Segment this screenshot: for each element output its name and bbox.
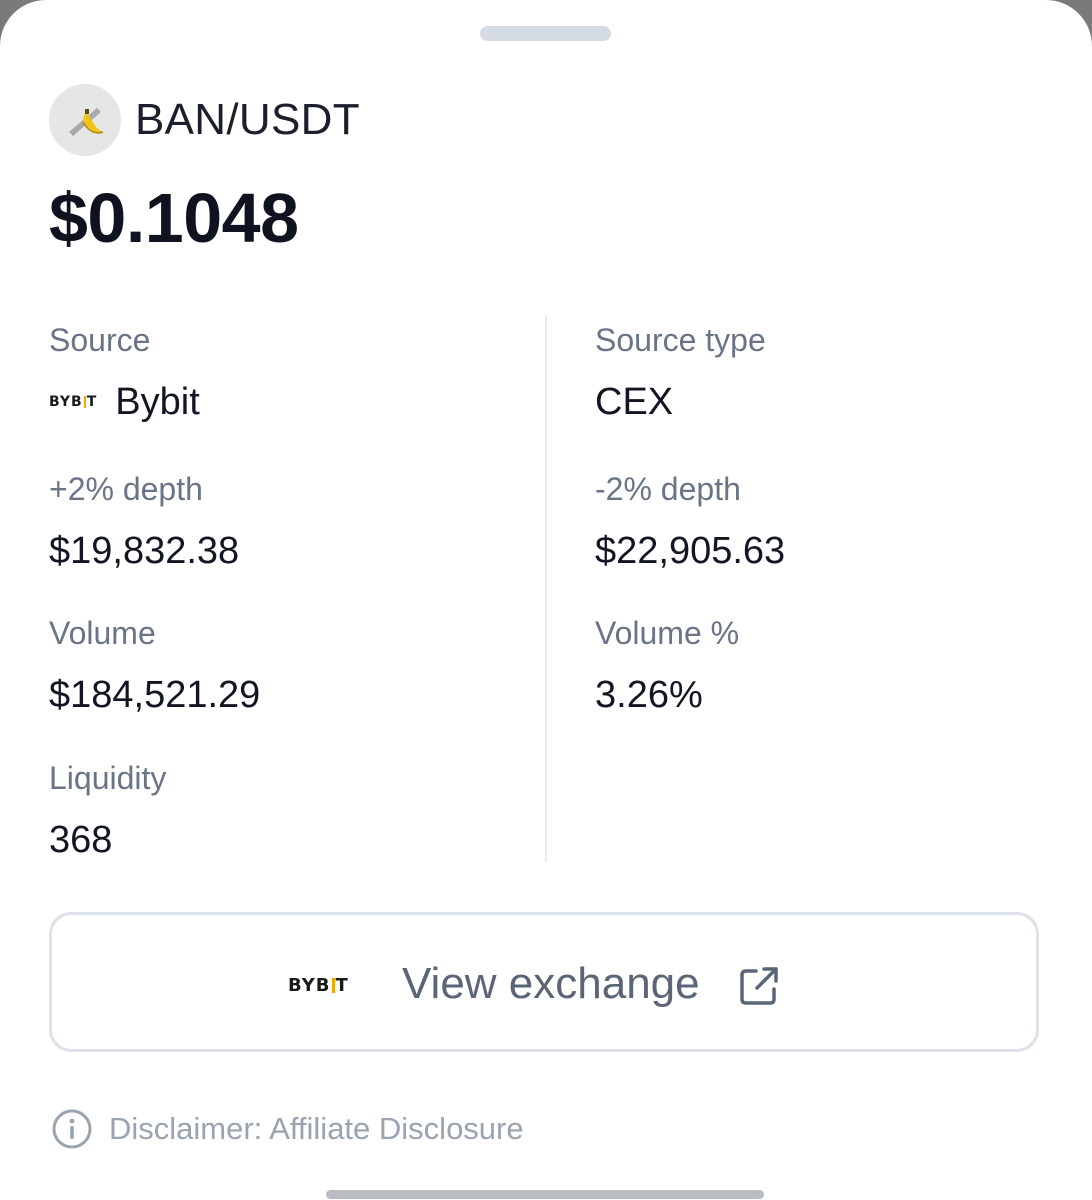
- bottom-sheet: BAN/USDT $0.1048 Source BYB T Bybit +2% d…: [0, 0, 1092, 1200]
- column-divider: [545, 316, 547, 862]
- price-value: $0.1048: [49, 179, 299, 257]
- plus-depth-label: +2% depth: [49, 471, 203, 507]
- volume-label: Volume: [49, 615, 156, 651]
- bybit-logo-bar: [83, 396, 86, 408]
- pair-header: BAN/USDT: [49, 84, 360, 156]
- bybit-logo-text: BYB: [49, 394, 83, 410]
- source-type-value: CEX: [595, 381, 674, 423]
- volume-value: $184,521.29: [49, 674, 261, 716]
- info-icon: [52, 1109, 92, 1149]
- volume-pct-value: 3.26%: [595, 674, 703, 716]
- view-exchange-label: View exchange: [402, 959, 700, 1008]
- view-exchange-button[interactable]: BYB T View exchange: [49, 912, 1039, 1052]
- bybit-logo-text: BYB: [288, 975, 331, 996]
- home-indicator: [326, 1190, 764, 1199]
- banana-taped-icon: [49, 84, 121, 156]
- bybit-logo: BYB T: [49, 394, 97, 410]
- pair-name: BAN/USDT: [135, 95, 360, 144]
- disclaimer-link[interactable]: Disclaimer: Affiliate Disclosure: [51, 1108, 524, 1150]
- screen: BAN/USDT $0.1048 Source BYB T Bybit +2% d…: [0, 0, 1092, 1200]
- bybit-logo-text-end: T: [86, 394, 98, 410]
- source-label: Source: [49, 322, 151, 358]
- minus-depth-value: $22,905.63: [595, 530, 786, 572]
- bybit-logo-text-end: T: [335, 975, 349, 996]
- liquidity-value: 368: [49, 819, 113, 861]
- disclaimer-text: Disclaimer: Affiliate Disclosure: [109, 1111, 524, 1146]
- source-name: Bybit: [115, 380, 200, 423]
- source-type-label: Source type: [595, 322, 766, 358]
- source-value: BYB T Bybit: [49, 378, 200, 426]
- minus-depth-label: -2% depth: [595, 471, 741, 507]
- bybit-logo-bar: [331, 978, 335, 993]
- volume-pct-label: Volume %: [595, 615, 740, 651]
- external-link-icon: [740, 967, 778, 1005]
- bybit-logo: BYB T: [288, 975, 349, 996]
- plus-depth-value: $19,832.38: [49, 530, 240, 572]
- liquidity-label: Liquidity: [49, 760, 167, 796]
- sheet-grabber-handle[interactable]: [480, 26, 611, 41]
